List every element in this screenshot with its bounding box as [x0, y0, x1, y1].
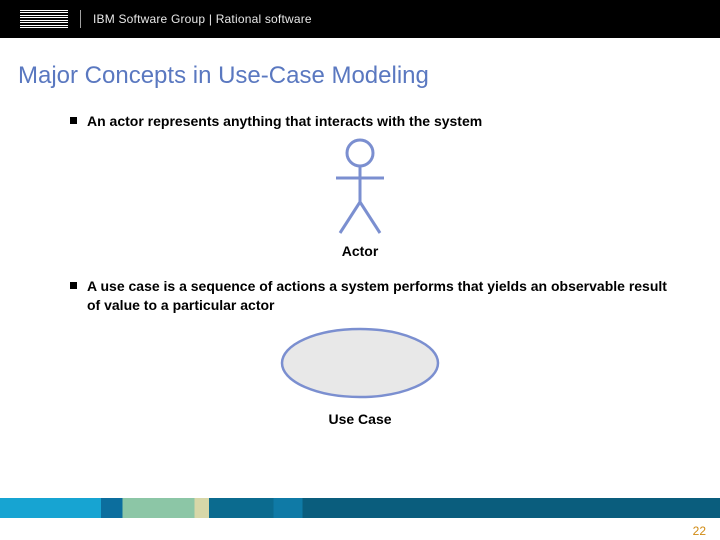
usecase-oval-icon: [275, 323, 445, 403]
figure-label-actor: Actor: [342, 243, 379, 259]
actor-icon: [330, 137, 390, 237]
header-divider: [80, 10, 81, 28]
figure-label-usecase: Use Case: [328, 411, 391, 427]
figure-usecase: Use Case: [0, 315, 720, 427]
slide-title: Major Concepts in Use-Case Modeling: [18, 62, 720, 90]
footer-decoration-bar: [0, 498, 720, 518]
header-bar: IBM Software Group | Rational software: [0, 0, 720, 38]
bullet-icon: [70, 117, 77, 124]
bullet-text: A use case is a sequence of actions a sy…: [87, 277, 680, 315]
bullet-row: A use case is a sequence of actions a sy…: [70, 277, 680, 315]
page-number: 22: [693, 524, 706, 538]
bullet-text: An actor represents anything that intera…: [87, 112, 482, 131]
bullet-icon: [70, 282, 77, 289]
bullet-row: An actor represents anything that intera…: [70, 112, 680, 131]
header-text: IBM Software Group | Rational software: [93, 12, 312, 26]
ibm-logo-icon: [20, 9, 68, 29]
figure-actor: Actor: [0, 131, 720, 259]
